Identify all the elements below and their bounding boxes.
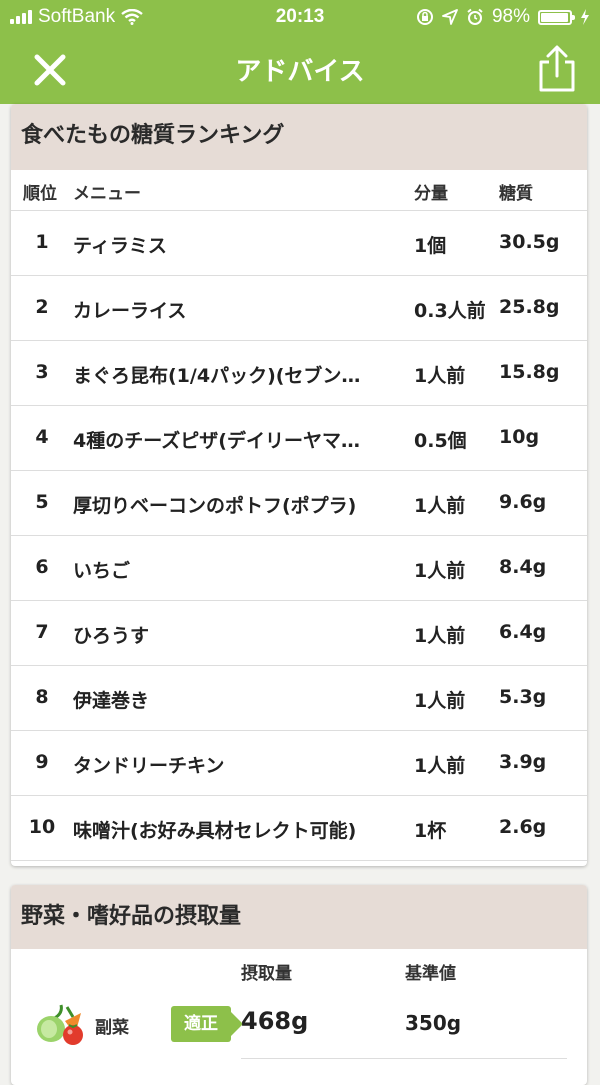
battery-level [541, 12, 568, 22]
header-amount: 摂取量 [241, 964, 292, 984]
menu-cell: 厚切りベーコンのポトフ(ポプラ) [73, 495, 357, 517]
table-row[interactable]: 3 まぐろ昆布(1/4パック)(セブン… 1人前 15.8g [11, 341, 587, 406]
rank-cell: 5 [35, 491, 49, 513]
intake-standard: 350g [405, 1011, 462, 1035]
qty-cell: 1個 [414, 235, 447, 257]
rotation-lock-icon [416, 9, 433, 25]
share-icon [539, 45, 575, 92]
carb-ranking-card: 食べたもの糖質ランキング 順位 メニュー 分量 糖質 1 ティラミス 1個 30.5g… [11, 104, 587, 866]
qty-cell: 0.5個 [414, 430, 467, 452]
status-badge: 適正 [171, 1006, 243, 1042]
table-row[interactable]: 4 4種のチーズピザ(デイリーヤマ… 0.5個 10g [11, 406, 587, 471]
rank-cell: 10 [28, 816, 56, 838]
menu-cell: 4種のチーズピザ(デイリーヤマ… [73, 430, 360, 452]
table-row[interactable]: 8 伊達巻き 1人前 5.3g [11, 666, 587, 731]
ranking-table-header: 順位 メニュー 分量 糖質 [11, 170, 587, 211]
alarm-icon [467, 8, 483, 25]
menu-cell: カレーライス [73, 300, 187, 322]
table-row[interactable]: 7 ひろうす 1人前 6.4g [11, 601, 587, 666]
rank-cell: 7 [35, 621, 49, 643]
qty-cell: 0.3人前 [414, 300, 486, 322]
carb-cell: 2.6g [499, 816, 547, 838]
menu-cell: まぐろ昆布(1/4パック)(セブン… [73, 365, 361, 387]
rank-cell: 1 [35, 231, 49, 253]
battery-icon [538, 9, 575, 25]
rank-cell: 9 [35, 751, 49, 773]
carb-cell: 8.4g [499, 556, 547, 578]
header-standard: 基準値 [405, 964, 456, 984]
qty-cell: 1人前 [414, 690, 466, 712]
carb-cell: 6.4g [499, 621, 547, 643]
status-right: 98% [416, 6, 590, 28]
row-divider [241, 1058, 567, 1059]
header-qty: 分量 [414, 184, 448, 204]
menu-cell: タンドリーチキン [73, 755, 225, 777]
carb-cell: 10g [499, 426, 540, 448]
intake-card: 野菜・嗜好品の摂取量 摂取量 基準値 副菜 適正 468g 350g [11, 885, 587, 1085]
charging-icon [581, 9, 589, 25]
menu-cell: ひろうす [73, 625, 150, 647]
intake-amount: 468g [241, 1007, 309, 1035]
vegetables-icon [37, 1004, 83, 1045]
intake-title: 野菜・嗜好品の摂取量 [11, 885, 587, 949]
table-row[interactable]: 5 厚切りベーコンのポトフ(ポプラ) 1人前 9.6g [11, 471, 587, 536]
header-rank: 順位 [23, 184, 57, 204]
nav-bar: アドバイス [0, 34, 600, 104]
menu-cell: ティラミス [73, 235, 167, 257]
qty-cell: 1人前 [414, 625, 466, 647]
carb-cell: 30.5g [499, 231, 560, 253]
intake-table-header: 摂取量 基準値 [11, 949, 587, 989]
carb-cell: 9.6g [499, 491, 547, 513]
intake-name: 副菜 [95, 1018, 129, 1038]
qty-cell: 1人前 [414, 560, 466, 582]
qty-cell: 1人前 [414, 495, 466, 517]
table-row[interactable]: 9 タンドリーチキン 1人前 3.9g [11, 731, 587, 796]
carb-cell: 3.9g [499, 751, 547, 773]
table-row[interactable]: 2 カレーライス 0.3人前 25.8g [11, 276, 587, 341]
intake-row[interactable]: 副菜 適正 468g 350g [11, 989, 587, 1059]
battery-percent: 98% [491, 6, 530, 27]
qty-cell: 1杯 [414, 820, 447, 842]
rank-cell: 3 [35, 361, 49, 383]
table-row[interactable]: 6 いちご 1人前 8.4g [11, 536, 587, 601]
carb-cell: 5.3g [499, 686, 547, 708]
rank-cell: 4 [35, 426, 49, 448]
ranking-title: 食べたもの糖質ランキング [11, 104, 587, 170]
status-bar: SoftBank 20:13 98% [0, 0, 600, 34]
share-button[interactable] [535, 44, 579, 94]
qty-cell: 1人前 [414, 365, 466, 387]
menu-cell: 味噌汁(お好み具材セレクト可能) [73, 820, 357, 842]
header-menu: メニュー [73, 184, 141, 204]
menu-cell: 伊達巻き [73, 690, 150, 712]
rank-cell: 6 [35, 556, 49, 578]
header-carb: 糖質 [499, 184, 533, 204]
rank-cell: 8 [35, 686, 49, 708]
rank-cell: 2 [35, 296, 49, 318]
table-row[interactable]: 1 ティラミス 1個 30.5g [11, 211, 587, 276]
table-row[interactable]: 10 味噌汁(お好み具材セレクト可能) 1杯 2.6g [11, 796, 587, 861]
qty-cell: 1人前 [414, 755, 466, 777]
menu-cell: いちご [73, 560, 131, 582]
carb-cell: 15.8g [499, 361, 560, 383]
ranking-table-body: 1 ティラミス 1個 30.5g 2 カレーライス 0.3人前 25.8g 3 まぐろ昆布(1/4… [11, 211, 587, 861]
carb-cell: 25.8g [499, 296, 560, 318]
location-icon [442, 9, 458, 25]
page-title: アドバイス [235, 57, 365, 87]
